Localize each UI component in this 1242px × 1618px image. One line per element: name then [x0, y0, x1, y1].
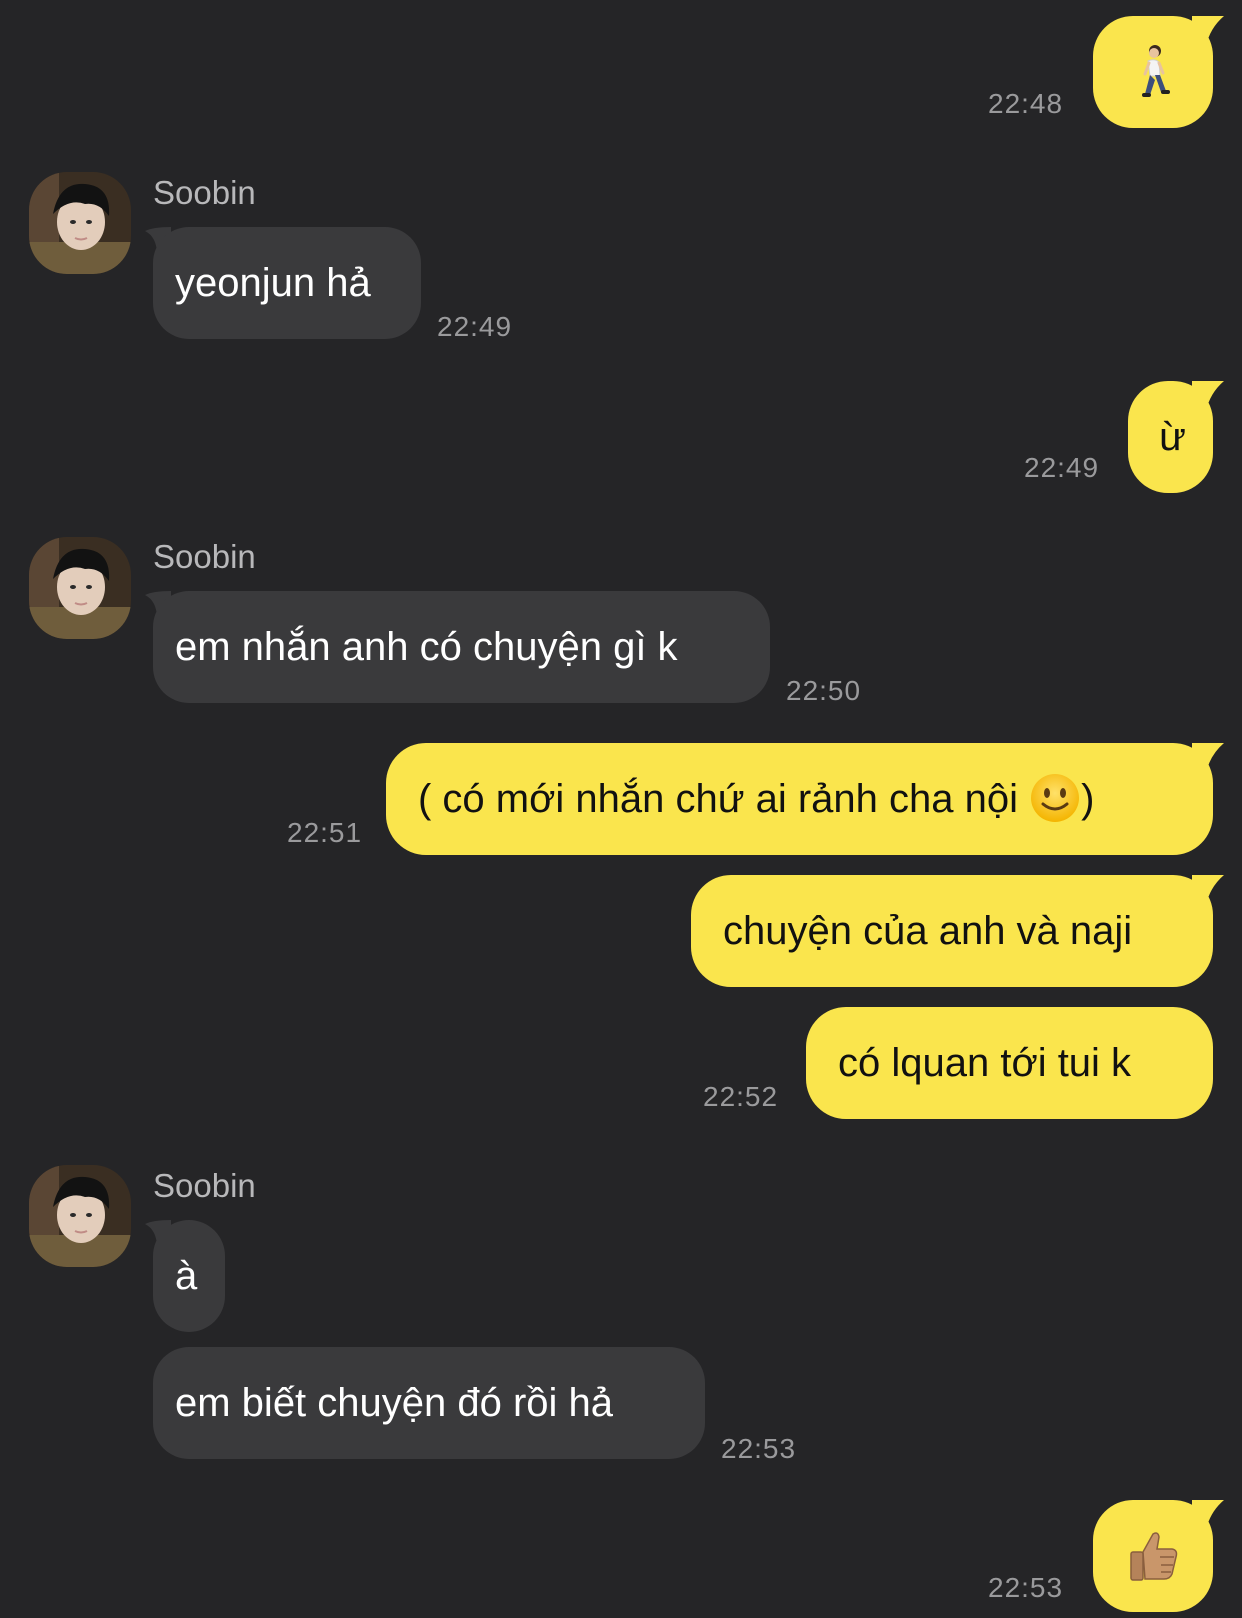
avatar[interactable] [29, 172, 131, 274]
bubble-tail [1192, 875, 1224, 905]
message-timestamp: 22:52 [703, 1081, 779, 1112]
message-bubble[interactable]: yeonjun hả [153, 227, 421, 339]
contact-avatar-image [29, 537, 131, 639]
message-bubble[interactable]: chuyện của anh và naji [691, 875, 1213, 987]
bubble-tail [1192, 16, 1224, 46]
message-timestamp: 22:49 [1024, 452, 1100, 483]
message-timestamp: 22:51 [287, 817, 363, 848]
message-bubble[interactable]: có lquan tới tui k [806, 1007, 1213, 1119]
message-timestamp: 22:50 [786, 675, 862, 706]
bubble-tail [1192, 381, 1224, 411]
message-timestamp: 22:53 [721, 1433, 797, 1464]
thumbs-up-icon [1130, 1532, 1178, 1581]
sender-name: Soobin [153, 174, 256, 211]
sender-name: Soobin [153, 1167, 256, 1204]
message-text: ( có mới nhắn chứ ai rảnh cha nội [418, 777, 1030, 821]
message-bubble[interactable]: em nhắn anh có chuyện gì k [153, 591, 770, 703]
message-timestamp: 22:49 [437, 311, 513, 342]
contact-avatar-image [29, 1165, 131, 1267]
message-bubble[interactable]: em biết chuyện đó rồi hả [153, 1347, 705, 1459]
message-timestamp: 22:48 [988, 88, 1064, 119]
message-bubble[interactable]: ( có mới nhắn chứ ai rảnh cha nội ) [386, 743, 1213, 855]
avatar[interactable] [29, 1165, 131, 1267]
contact-avatar-image [29, 172, 131, 274]
avatar[interactable] [29, 537, 131, 639]
bubble-tail [1192, 743, 1224, 773]
message-bubble[interactable]: à [153, 1220, 225, 1332]
message-timestamp: 22:53 [988, 1572, 1064, 1603]
slightly-smiling-face-icon [1031, 774, 1080, 823]
bubble-tail [1192, 1500, 1224, 1530]
message-text-end: ) [1081, 777, 1095, 821]
walking-person-icon [1142, 45, 1170, 97]
sender-name: Soobin [153, 538, 256, 575]
